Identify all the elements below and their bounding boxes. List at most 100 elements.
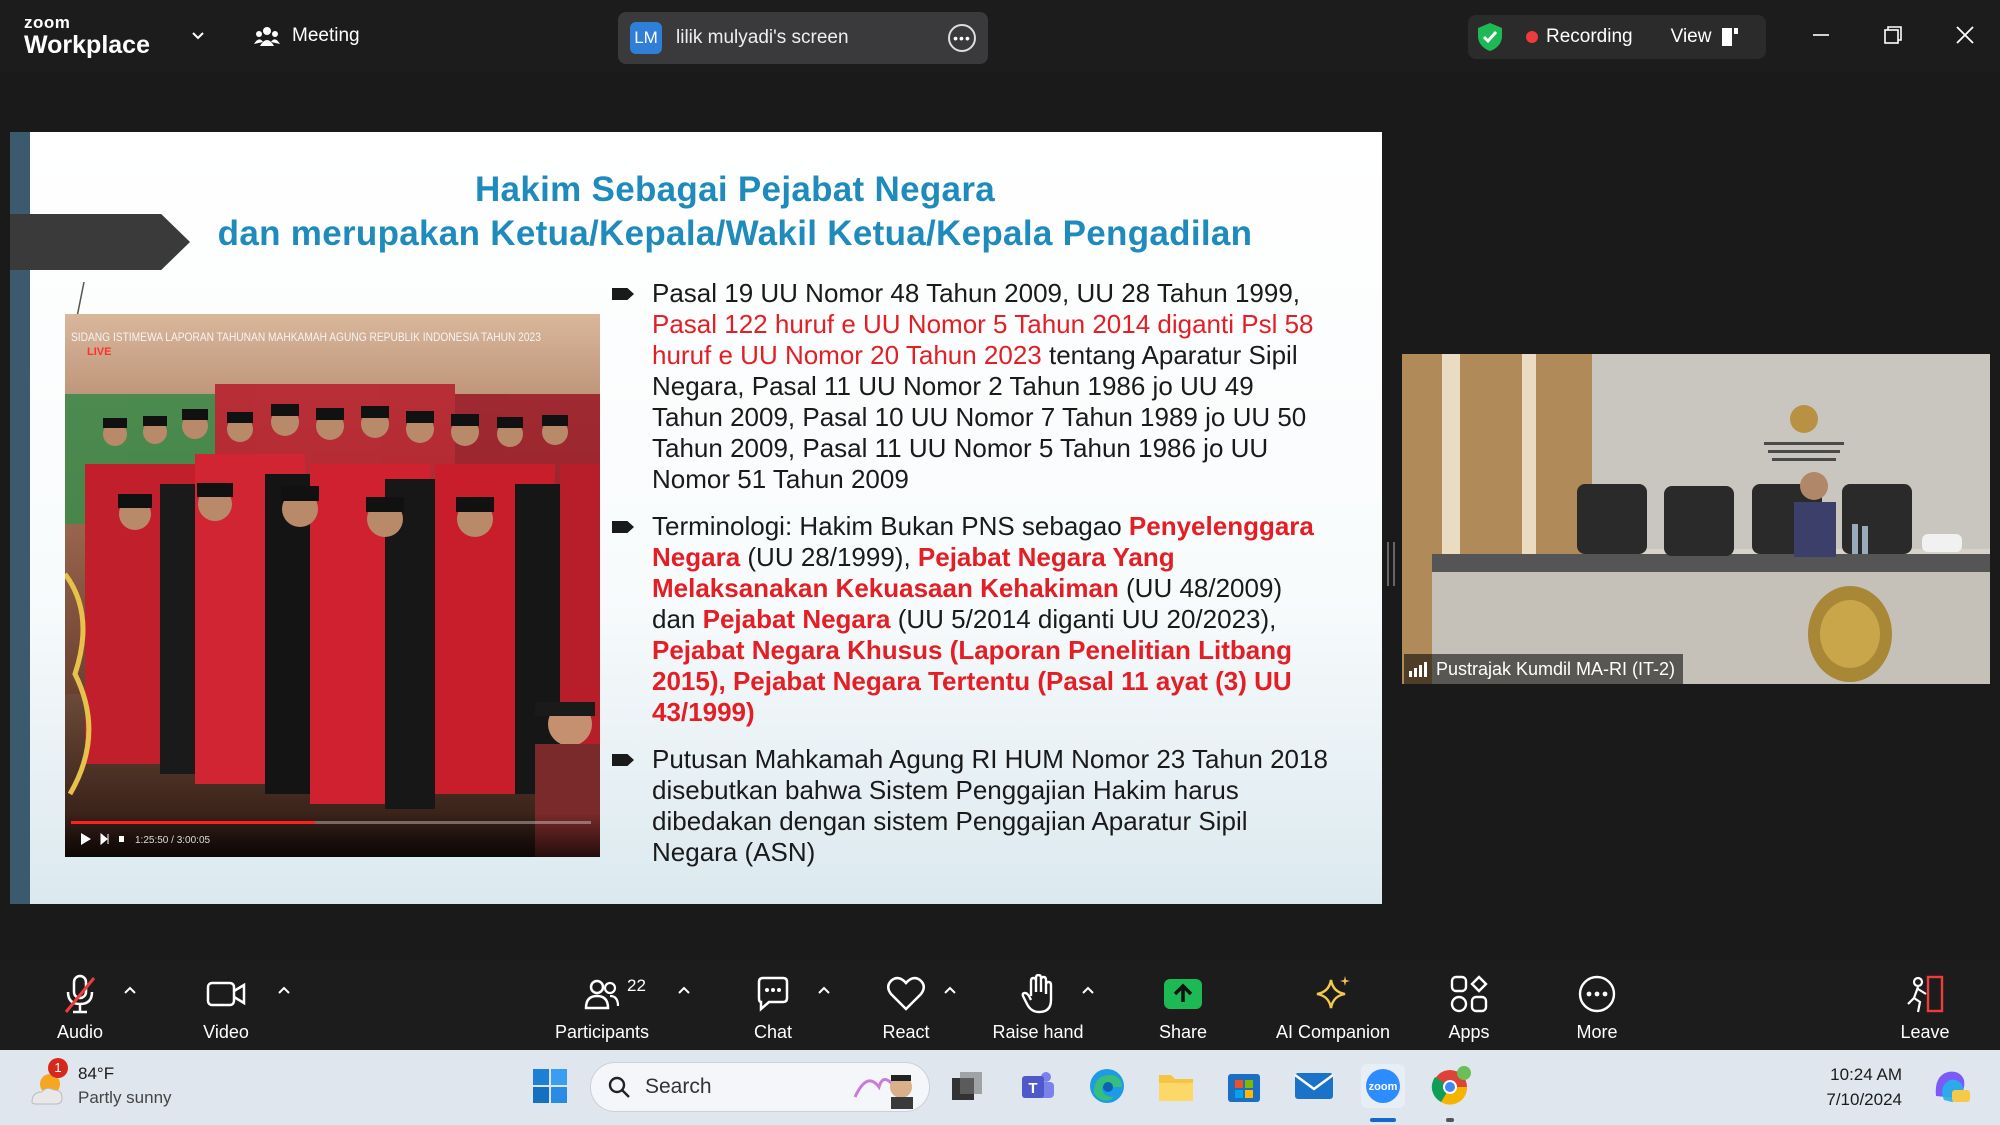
copilot-icon[interactable] bbox=[1928, 1064, 1972, 1108]
video-time: 1:25:50 / 3:00:05 bbox=[135, 835, 211, 846]
minimize-icon[interactable] bbox=[1806, 20, 1836, 50]
chat-options-chevron-icon[interactable] bbox=[816, 982, 832, 998]
meeting-stage: Hakim Sebagai Pejabat Negara dan merupak… bbox=[0, 72, 2000, 960]
participants-label: Participants bbox=[554, 1022, 650, 1042]
title-bar: zoom Workplace Meeting LM lilik mulyadi'… bbox=[0, 0, 2000, 72]
windows-taskbar: 1 84°F Partly sunny Search T zoom 10:24 … bbox=[0, 1050, 2000, 1125]
panel-resize-handle[interactable] bbox=[1387, 542, 1395, 586]
zoom-active-indicator bbox=[1370, 1118, 1396, 1122]
zoom-logo: zoom Workplace bbox=[24, 14, 150, 58]
participants-options-chevron-icon[interactable] bbox=[676, 982, 692, 998]
microphone-muted-icon bbox=[64, 974, 96, 1014]
meeting-button[interactable]: Meeting bbox=[254, 24, 360, 48]
video-progress-track[interactable] bbox=[71, 821, 591, 824]
svg-text:T: T bbox=[1028, 1080, 1037, 1097]
view-label: View bbox=[1670, 26, 1712, 47]
more-icon bbox=[1578, 975, 1616, 1013]
sharer-initials: LM bbox=[630, 22, 662, 54]
bullet2-red-4: Pejabat Negara Khusus (Laporan Penelitia… bbox=[652, 635, 1293, 727]
leave-button[interactable]: Leave bbox=[1855, 972, 1995, 1043]
chat-label: Chat bbox=[753, 1022, 793, 1042]
share-label: Share bbox=[1158, 1022, 1208, 1042]
bullet-arrow-icon bbox=[612, 521, 634, 533]
participants-button[interactable]: Participants bbox=[532, 972, 672, 1043]
clock-date: 7/10/2024 bbox=[1826, 1090, 1902, 1109]
screen-share-indicator[interactable]: LM lilik mulyadi's screen ••• bbox=[618, 12, 988, 64]
chevron-down-icon[interactable] bbox=[190, 28, 206, 44]
meeting-icon bbox=[254, 27, 280, 46]
edge-browser-icon[interactable] bbox=[1085, 1064, 1129, 1108]
participant-name: Pustrajak Kumdil MA-RI (IT-2) bbox=[1436, 658, 1676, 679]
search-icon bbox=[608, 1076, 630, 1098]
windows-start-icon[interactable] bbox=[528, 1064, 572, 1108]
file-explorer-icon[interactable] bbox=[1154, 1064, 1198, 1108]
recording-status: Recording View bbox=[1468, 15, 1766, 59]
leave-label: Leave bbox=[1900, 1022, 1950, 1042]
slide-embedded-video: SIDANG ISTIMEWA LAPORAN TAHUNAN MAHKAMAH… bbox=[65, 314, 600, 857]
bullet2-text-d: (UU 5/2014 diganti UU 20/2023), bbox=[890, 604, 1277, 634]
mail-icon[interactable] bbox=[1292, 1064, 1336, 1108]
chrome-icon[interactable] bbox=[1429, 1064, 1473, 1108]
restore-icon[interactable] bbox=[1878, 20, 1908, 50]
raise-hand-label: Raise hand bbox=[992, 1022, 1084, 1042]
slide-title: Hakim Sebagai Pejabat Negara dan merupak… bbox=[130, 168, 1340, 256]
raise-hand-icon bbox=[1021, 974, 1053, 1014]
slide-title-line2: dan merupakan Ketua/Kepala/Wakil Ketua/K… bbox=[217, 214, 1253, 253]
apps-icon bbox=[1450, 975, 1488, 1013]
video-title: SIDANG ISTIMEWA LAPORAN TAHUNAN MAHKAMAH… bbox=[71, 330, 541, 344]
more-button[interactable]: More bbox=[1527, 972, 1667, 1043]
svg-text:zoom: zoom bbox=[1369, 1081, 1398, 1093]
slide-bullets: Pasal 19 UU Nomor 48 Tahun 2009, UU 28 T… bbox=[610, 278, 1330, 884]
ellipsis-icon[interactable]: ••• bbox=[948, 24, 976, 52]
video-progress-fill bbox=[71, 821, 316, 824]
video-options-chevron-icon[interactable] bbox=[276, 982, 292, 998]
meeting-toolbar: Audio Video Participants 22 Chat React R… bbox=[0, 960, 2000, 1050]
bullet3-text: Putusan Mahkamah Agung RI HUM Nomor 23 T… bbox=[652, 744, 1328, 867]
slide-bullet-2: Terminologi: Hakim Bukan PNS sebagao Pen… bbox=[610, 511, 1330, 728]
chat-icon bbox=[757, 976, 789, 1012]
apps-button[interactable]: Apps bbox=[1399, 972, 1539, 1043]
weather-widget[interactable]: 1 84°F Partly sunny bbox=[28, 1058, 172, 1110]
zoom-app-icon[interactable]: zoom bbox=[1361, 1064, 1405, 1108]
recording-label: Recording bbox=[1546, 26, 1633, 47]
weather-condition: Partly sunny bbox=[78, 1088, 172, 1107]
share-screen-icon bbox=[1164, 979, 1202, 1009]
apps-label: Apps bbox=[1448, 1022, 1490, 1042]
system-clock[interactable]: 10:24 AM 7/10/2024 bbox=[1790, 1062, 1902, 1112]
clock-time: 10:24 AM bbox=[1830, 1065, 1902, 1084]
video-camera-icon bbox=[206, 981, 246, 1007]
react-options-chevron-icon[interactable] bbox=[942, 982, 958, 998]
participants-icon bbox=[584, 979, 620, 1010]
audio-options-chevron-icon[interactable] bbox=[122, 982, 138, 998]
bullet2-text-b: (UU 28/1999), bbox=[740, 542, 918, 572]
more-label: More bbox=[1576, 1022, 1618, 1042]
video-controls[interactable]: 1:25:50 / 3:00:05 bbox=[65, 813, 600, 857]
weather-temp: 84°F bbox=[78, 1064, 115, 1083]
taskbar-search-box[interactable]: Search bbox=[590, 1062, 930, 1112]
shield-icon[interactable] bbox=[1476, 22, 1504, 52]
close-icon[interactable] bbox=[1950, 20, 1980, 50]
raise-hand-options-chevron-icon[interactable] bbox=[1080, 982, 1096, 998]
microsoft-store-icon[interactable] bbox=[1222, 1064, 1266, 1108]
react-label: React bbox=[882, 1022, 930, 1042]
ai-sparkle-icon bbox=[1316, 976, 1350, 1009]
video-scene-image bbox=[65, 314, 600, 857]
view-button[interactable]: View bbox=[1671, 26, 1740, 48]
teams-icon[interactable]: T bbox=[1016, 1064, 1060, 1108]
slide-bullet-3: Putusan Mahkamah Agung RI HUM Nomor 23 T… bbox=[610, 744, 1330, 868]
signal-strength-icon bbox=[1409, 662, 1427, 677]
participant-video-tile[interactable]: Pustrajak Kumdil MA-RI (IT-2) bbox=[1402, 354, 1990, 684]
play-icon[interactable] bbox=[79, 831, 127, 847]
task-view-icon[interactable] bbox=[945, 1064, 989, 1108]
bullet-arrow-icon bbox=[612, 288, 634, 300]
search-placeholder: Search bbox=[645, 1075, 712, 1098]
participants-count: 22 bbox=[627, 976, 646, 995]
share-button[interactable]: Share bbox=[1113, 972, 1253, 1043]
ai-companion-button[interactable]: AI Companion bbox=[1263, 972, 1403, 1043]
sharer-name: lilik mulyadi's screen bbox=[676, 27, 849, 48]
bullet-arrow-icon bbox=[612, 754, 634, 766]
meeting-label: Meeting bbox=[292, 25, 360, 46]
video-label: Video bbox=[203, 1022, 249, 1042]
video-button[interactable]: Video bbox=[156, 972, 296, 1043]
bullet2-text-a: Terminologi: Hakim Bukan PNS sebagao bbox=[652, 511, 1129, 541]
